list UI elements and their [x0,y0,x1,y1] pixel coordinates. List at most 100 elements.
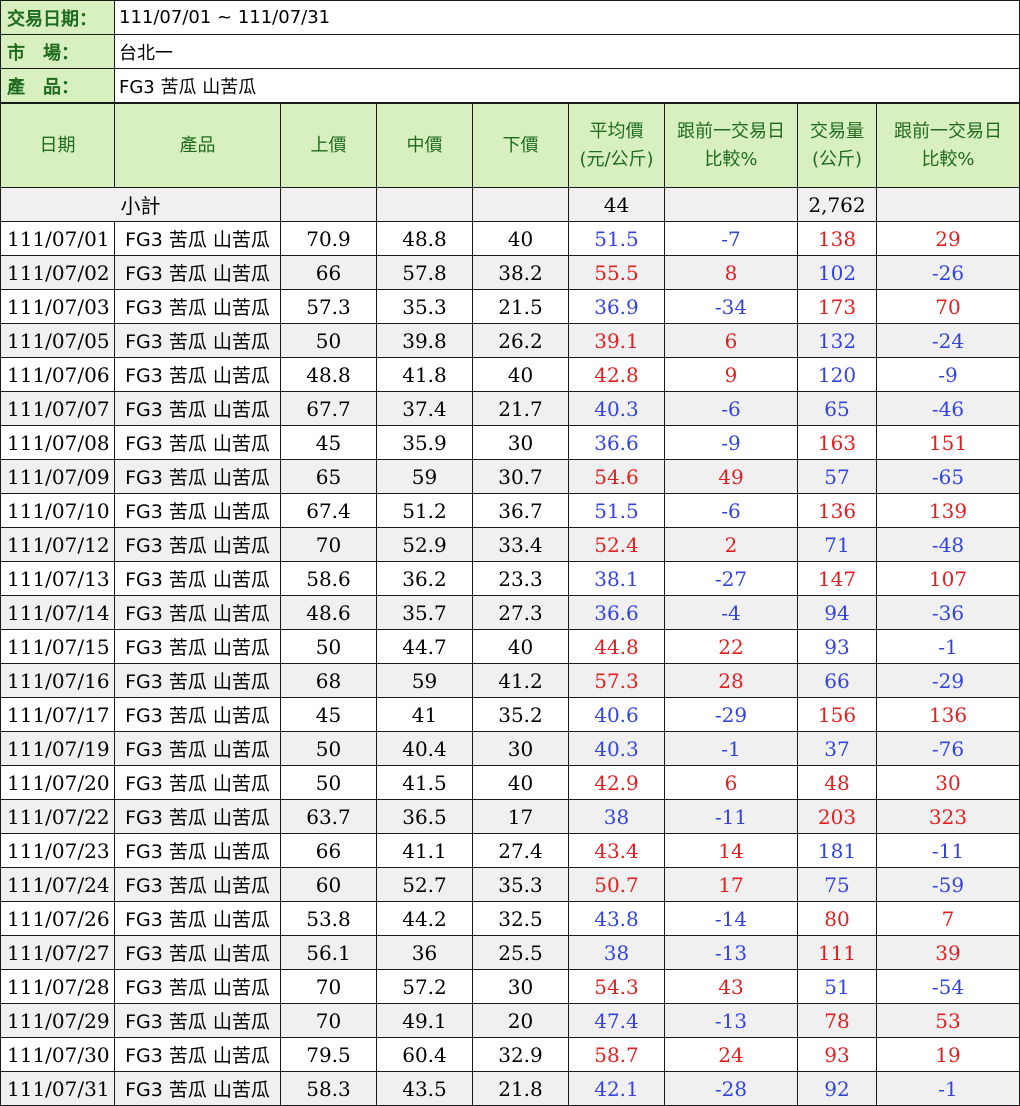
cell-upper-price: 63.7 [280,799,377,834]
cell-volume: 147 [797,561,877,596]
cell-middle-price: 59 [376,663,473,698]
cell-avg-price: 58.7 [568,1037,665,1072]
col-header-avg-line1: 平均價 [589,120,644,142]
cell-avg-compare: 22 [664,629,798,664]
cell-product: FG3 苦瓜 山苦瓜 [114,935,281,970]
cell-product: FG3 苦瓜 山苦瓜 [114,595,281,630]
table-row: 111/07/19 FG3 苦瓜 山苦瓜 50 40.4 30 40.3 -1 37 -76 [0,731,1020,766]
cell-avg-price: 51.5 [568,493,665,528]
cell-avg-price: 44.8 [568,629,665,664]
cell-product: FG3 苦瓜 山苦瓜 [114,1037,281,1072]
market-label: 市 場： [0,34,115,69]
info-row-product: 產 品： FG3 苦瓜 山苦瓜 [0,68,1020,103]
cell-product: FG3 苦瓜 山苦瓜 [114,289,281,324]
col-header-volume-line1: 交易量 [810,120,864,142]
table-row: 111/07/02 FG3 苦瓜 山苦瓜 66 57.8 38.2 55.5 8 102 -26 [0,255,1020,290]
cell-middle-price: 60.4 [376,1037,473,1072]
cell-volume-compare: -29 [876,663,1020,698]
cell-upper-price: 50 [280,731,377,766]
cell-volume-compare: 136 [876,697,1020,732]
col-header-avg: 平均價 (元/公斤) [568,103,665,188]
cell-volume: 92 [797,1071,877,1106]
cell-middle-price: 36 [376,935,473,970]
cell-product: FG3 苦瓜 山苦瓜 [114,765,281,800]
cell-avg-compare: -29 [664,697,798,732]
cell-date: 111/07/16 [0,663,115,698]
cell-lower-price: 41.2 [472,663,569,698]
date-range: 111/07/01 ~ 111/07/31 [114,0,1020,35]
cell-date: 111/07/27 [0,935,115,970]
cell-middle-price: 41.1 [376,833,473,868]
cell-product: FG3 苦瓜 山苦瓜 [114,561,281,596]
cell-volume-compare: -26 [876,255,1020,290]
cell-avg-price: 39.1 [568,323,665,358]
price-table: 日期 產品 上價 中價 下價 平均價 (元/公斤) 跟前一交易日 比較% 交易量… [0,103,1020,1106]
table-row: 111/07/29 FG3 苦瓜 山苦瓜 70 49.1 20 47.4 -13 78 53 [0,1003,1020,1038]
cell-upper-price: 66 [280,833,377,868]
cell-upper-price: 60 [280,867,377,902]
cell-product: FG3 苦瓜 山苦瓜 [114,323,281,358]
cell-avg-compare: 14 [664,833,798,868]
cell-avg-price: 38 [568,935,665,970]
cell-volume-compare: -1 [876,1071,1020,1106]
cell-lower-price: 27.3 [472,595,569,630]
table-row: 111/07/08 FG3 苦瓜 山苦瓜 45 35.9 30 36.6 -9 163 151 [0,425,1020,460]
cell-avg-compare: -6 [664,391,798,426]
header-row: 日期 產品 上價 中價 下價 平均價 (元/公斤) 跟前一交易日 比較% 交易量… [0,103,1020,188]
cell-volume: 80 [797,901,877,936]
cell-volume: 65 [797,391,877,426]
cell-volume-compare: -1 [876,629,1020,664]
cell-lower-price: 35.3 [472,867,569,902]
cell-middle-price: 43.5 [376,1071,473,1106]
cell-volume-compare: 30 [876,765,1020,800]
cell-lower-price: 35.2 [472,697,569,732]
cell-volume: 163 [797,425,877,460]
cell-avg-price: 54.3 [568,969,665,1004]
table-row: 111/07/28 FG3 苦瓜 山苦瓜 70 57.2 30 54.3 43 51 -54 [0,969,1020,1004]
cell-middle-price: 57.2 [376,969,473,1004]
cell-avg-price: 36.6 [568,595,665,630]
cell-upper-price: 58.6 [280,561,377,596]
cell-middle-price: 51.2 [376,493,473,528]
cell-upper-price: 70 [280,527,377,562]
cell-avg-compare: 49 [664,459,798,494]
table-row: 111/07/26 FG3 苦瓜 山苦瓜 53.8 44.2 32.5 43.8 -14 80… [0,901,1020,936]
cell-volume-compare: 7 [876,901,1020,936]
cell-volume-compare: 29 [876,221,1020,256]
cell-date: 111/07/12 [0,527,115,562]
cell-avg-compare: -13 [664,935,798,970]
cell-middle-price: 40.4 [376,731,473,766]
cell-volume-compare: -36 [876,595,1020,630]
cell-date: 111/07/01 [0,221,115,256]
cell-volume: 203 [797,799,877,834]
cell-lower-price: 25.5 [472,935,569,970]
cell-date: 111/07/23 [0,833,115,868]
cell-upper-price: 48.8 [280,357,377,392]
cell-avg-price: 36.6 [568,425,665,460]
cell-middle-price: 41.8 [376,357,473,392]
cell-avg-compare: -13 [664,1003,798,1038]
cell-lower-price: 40 [472,765,569,800]
cell-upper-price: 57.3 [280,289,377,324]
cell-middle-price: 36.5 [376,799,473,834]
cell-date: 111/07/31 [0,1071,115,1106]
cell-upper-price: 56.1 [280,935,377,970]
cell-lower-price: 30 [472,969,569,1004]
table-row: 111/07/09 FG3 苦瓜 山苦瓜 65 59 30.7 54.6 49 57 -65 [0,459,1020,494]
info-table: 交易日期： 111/07/01 ~ 111/07/31 市 場： 台北一 產 品… [0,0,1020,103]
cell-lower-price: 30.7 [472,459,569,494]
cell-volume: 120 [797,357,877,392]
cell-product: FG3 苦瓜 山苦瓜 [114,1003,281,1038]
cell-avg-compare: 8 [664,255,798,290]
cell-product: FG3 苦瓜 山苦瓜 [114,901,281,936]
col-header-middle: 中價 [376,103,473,188]
cell-volume-compare: 323 [876,799,1020,834]
cell-lower-price: 30 [472,731,569,766]
cell-product: FG3 苦瓜 山苦瓜 [114,731,281,766]
table-row: 111/07/15 FG3 苦瓜 山苦瓜 50 44.7 40 44.8 22 93 -1 [0,629,1020,664]
cell-middle-price: 35.7 [376,595,473,630]
table-row: 111/07/24 FG3 苦瓜 山苦瓜 60 52.7 35.3 50.7 17 75 -59 [0,867,1020,902]
cell-middle-price: 44.7 [376,629,473,664]
cell-volume: 51 [797,969,877,1004]
cell-middle-price: 57.8 [376,255,473,290]
